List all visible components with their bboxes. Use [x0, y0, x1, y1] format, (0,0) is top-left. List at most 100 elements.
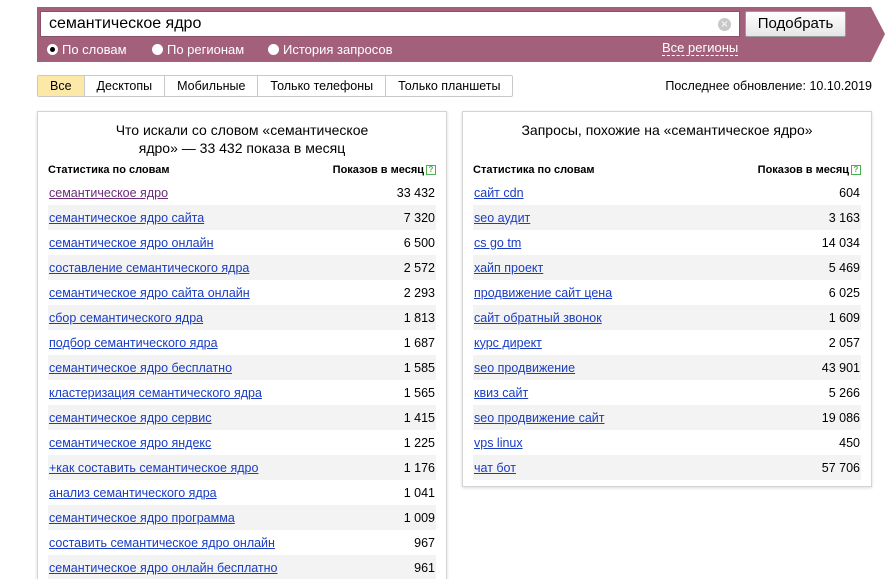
- radio-icon[interactable]: [268, 43, 279, 55]
- panel-title-line2: ядро» — 33 432 показа в месяц: [138, 140, 346, 156]
- phrase-link[interactable]: квиз сайт: [473, 386, 528, 400]
- table-row: продвижение сайт цена 6 025: [473, 280, 861, 305]
- submit-button[interactable]: Подобрать: [745, 11, 846, 37]
- table-row: кластеризация семантического ядра 1 565: [48, 380, 436, 405]
- table-row: семантическое ядро программа 1 009: [48, 505, 436, 530]
- impressions-count: 450: [839, 435, 860, 450]
- radio-icon[interactable]: [152, 43, 163, 55]
- table-row: сбор семантического ядра 1 813: [48, 305, 436, 330]
- table-row: семантическое ядро яндекс 1 225: [48, 430, 436, 455]
- phrase-link[interactable]: семантическое ядро яндекс: [48, 436, 211, 450]
- phrase-link[interactable]: кластеризация семантического ядра: [48, 386, 262, 400]
- phrase-link[interactable]: семантическое ядро онлайн: [48, 236, 213, 250]
- impressions-count: 604: [839, 185, 860, 200]
- header-arrow: [871, 7, 885, 62]
- table-row: семантическое ядро онлайн 6 500: [48, 230, 436, 255]
- impressions-count: 6 025: [828, 285, 860, 300]
- col-header-count: Показов в месяц ?: [333, 164, 436, 176]
- tab-phones[interactable]: Только телефоны: [258, 76, 387, 96]
- mode-label: История запросов: [283, 41, 393, 57]
- table-row: семантическое ядро 33 432: [48, 180, 436, 205]
- phrase-link[interactable]: cs go tm: [473, 236, 521, 250]
- impressions-count: 6 500: [403, 235, 435, 250]
- table-row: анализ семантического ядра 1 041: [48, 480, 436, 505]
- impressions-count: 19 086: [821, 410, 860, 425]
- tab-mobile[interactable]: Мобильные: [165, 76, 259, 96]
- impressions-count: 1 813: [403, 310, 435, 325]
- mode-label: По регионам: [167, 41, 245, 57]
- impressions-count: 961: [414, 560, 435, 575]
- impressions-count: 967: [414, 535, 435, 550]
- tab-tablets[interactable]: Только планшеты: [386, 76, 512, 96]
- phrase-link[interactable]: семантическое ядро онлайн бесплатно: [48, 561, 278, 575]
- table-row: vps linux 450: [473, 430, 861, 455]
- last-update: Последнее обновление: 10.10.2019: [665, 79, 872, 93]
- impressions-count: 1 687: [403, 335, 435, 350]
- phrase-link[interactable]: составить семантическое ядро онлайн: [48, 536, 275, 550]
- table-row: seo аудит 3 163: [473, 205, 861, 230]
- device-tabs: Все Десктопы Мобильные Только телефоны Т…: [37, 75, 514, 97]
- similar-panel: Запросы, похожие на «семантическое ядро»…: [462, 111, 872, 487]
- panel-title: Что искали со словом «семантическое: [115, 122, 369, 138]
- phrase-link[interactable]: анализ семантического ядра: [48, 486, 217, 500]
- radio-icon[interactable]: [47, 43, 58, 55]
- table-row: seo продвижение 43 901: [473, 355, 861, 380]
- phrase-link[interactable]: seo аудит: [473, 211, 530, 225]
- table-row: cs go tm 14 034: [473, 230, 861, 255]
- impressions-count: 7 320: [403, 210, 435, 225]
- phrase-link[interactable]: семантическое ядро: [48, 186, 168, 200]
- phrase-link[interactable]: семантическое ядро сайта: [48, 211, 204, 225]
- phrase-link[interactable]: продвижение сайт цена: [473, 286, 612, 300]
- panel-title: Запросы, похожие на «семантическое ядро»: [521, 122, 813, 138]
- help-icon[interactable]: ?: [851, 165, 861, 175]
- help-icon[interactable]: ?: [426, 165, 436, 175]
- impressions-count: 1 041: [403, 485, 435, 500]
- phrase-link[interactable]: семантическое ядро бесплатно: [48, 361, 232, 375]
- impressions-count: 1 009: [403, 510, 435, 525]
- search-input[interactable]: семантическое ядро: [40, 11, 740, 37]
- mode-history[interactable]: История запросов: [268, 41, 393, 57]
- phrase-link[interactable]: семантическое ядро сервис: [48, 411, 212, 425]
- phrase-link[interactable]: vps linux: [473, 436, 523, 450]
- table-row: составление семантического ядра 2 572: [48, 255, 436, 280]
- mode-by-regions[interactable]: По регионам: [152, 41, 244, 57]
- tab-all[interactable]: Все: [38, 76, 85, 96]
- table-row: квиз сайт 5 266: [473, 380, 861, 405]
- phrase-link[interactable]: семантическое ядро программа: [48, 511, 235, 525]
- phrase-link[interactable]: подбор семантического ядра: [48, 336, 218, 350]
- impressions-count: 5 469: [828, 260, 860, 275]
- phrase-link[interactable]: seo продвижение: [473, 361, 575, 375]
- table-row: курс директ 2 057: [473, 330, 861, 355]
- phrase-link[interactable]: сайт cdn: [473, 186, 524, 200]
- phrase-link[interactable]: seo продвижение сайт: [473, 411, 604, 425]
- col-header-count: Показов в месяц ?: [758, 164, 861, 176]
- impressions-count: 33 432: [396, 185, 435, 200]
- phrase-link[interactable]: чат бот: [473, 461, 516, 475]
- impressions-count: 2 572: [403, 260, 435, 275]
- phrase-link[interactable]: курс директ: [473, 336, 542, 350]
- phrase-link[interactable]: составление семантического ядра: [48, 261, 249, 275]
- col-header-phrase: Статистика по словам: [48, 164, 170, 176]
- phrase-link[interactable]: семантическое ядро сайта онлайн: [48, 286, 250, 300]
- phrase-link[interactable]: +как составить семантическое ядро: [48, 461, 258, 475]
- impressions-count: 1 609: [828, 310, 860, 325]
- mode-by-words[interactable]: По словам: [47, 41, 127, 57]
- all-regions-link[interactable]: Все регионы: [662, 40, 739, 56]
- table-row: подбор семантического ядра 1 687: [48, 330, 436, 355]
- phrase-link[interactable]: сайт обратный звонок: [473, 311, 602, 325]
- impressions-count: 43 901: [821, 360, 860, 375]
- impressions-count: 2 293: [403, 285, 435, 300]
- col-header-phrase: Статистика по словам: [473, 164, 595, 176]
- table-row: сайт обратный звонок 1 609: [473, 305, 861, 330]
- table-row: семантическое ядро сайта 7 320: [48, 205, 436, 230]
- phrase-link[interactable]: сбор семантического ядра: [48, 311, 203, 325]
- words-table: семантическое ядро 33 432 семантическое яд…: [48, 180, 436, 579]
- clear-icon[interactable]: ×: [718, 18, 731, 31]
- tab-desktops[interactable]: Десктопы: [85, 76, 166, 96]
- impressions-count: 5 266: [828, 385, 860, 400]
- table-row: чат бот 57 706: [473, 455, 861, 480]
- phrase-link[interactable]: хайп проект: [473, 261, 543, 275]
- impressions-count: 1 225: [403, 435, 435, 450]
- table-row: семантическое ядро бесплатно 1 585: [48, 355, 436, 380]
- impressions-count: 1 565: [403, 385, 435, 400]
